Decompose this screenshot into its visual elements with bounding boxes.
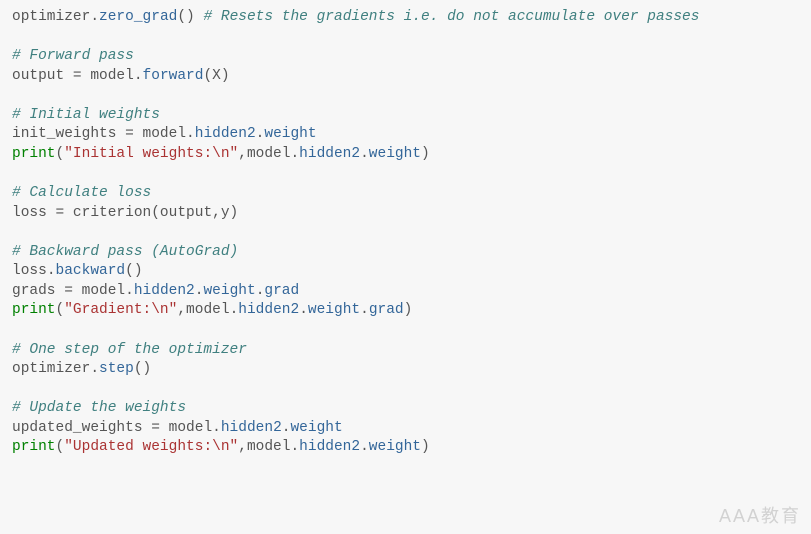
- attribute: weight: [369, 146, 421, 162]
- builtin-print: print: [12, 302, 56, 318]
- comment: # Update the weights: [12, 400, 186, 416]
- code-line: loss = criterion(output,y): [12, 205, 238, 221]
- paren: ): [421, 146, 430, 162]
- identifier: model: [186, 302, 230, 318]
- code-line: optimizer.zero_grad() # Resets the gradi…: [12, 9, 699, 25]
- method: backward: [56, 263, 126, 279]
- identifier: model: [247, 439, 291, 455]
- operator: =: [73, 68, 82, 84]
- dot: .: [90, 9, 99, 25]
- comment: # One step of the optimizer: [12, 342, 247, 358]
- dot: .: [360, 439, 369, 455]
- args: (X): [203, 68, 229, 84]
- code-line: output = model.forward(X): [12, 68, 230, 84]
- paren: (: [56, 302, 65, 318]
- code-line: # Update the weights: [12, 400, 186, 416]
- comment: # Backward pass (AutoGrad): [12, 244, 238, 260]
- dot: .: [186, 126, 195, 142]
- attribute: hidden2: [238, 302, 299, 318]
- identifier: optimizer: [12, 361, 90, 377]
- operator: =: [64, 283, 73, 299]
- builtin-print: print: [12, 439, 56, 455]
- dot: .: [290, 146, 299, 162]
- identifier: updated_weights: [12, 420, 151, 436]
- identifier: model: [160, 420, 212, 436]
- code-line: print("Gradient:\n",model.hidden2.weight…: [12, 302, 412, 318]
- code-line: # Forward pass: [12, 48, 134, 64]
- call: criterion(output,y): [64, 205, 238, 221]
- code-line: # Backward pass (AutoGrad): [12, 244, 238, 260]
- dot: .: [134, 68, 143, 84]
- code-line: # One step of the optimizer: [12, 342, 247, 358]
- code-line: updated_weights = model.hidden2.weight: [12, 420, 343, 436]
- watermark: AAA教育: [719, 504, 801, 528]
- code-line: optimizer.step(): [12, 361, 151, 377]
- dot: .: [290, 439, 299, 455]
- paren: (: [56, 146, 65, 162]
- dot: .: [230, 302, 239, 318]
- comma: ,: [238, 439, 247, 455]
- parens: (): [125, 263, 142, 279]
- comment: # Calculate loss: [12, 185, 151, 201]
- dot: .: [90, 361, 99, 377]
- string: "Updated weights:\n": [64, 439, 238, 455]
- operator: =: [56, 205, 65, 221]
- attribute: grad: [369, 302, 404, 318]
- identifier: model: [73, 283, 125, 299]
- code-line: print("Initial weights:\n",model.hidden2…: [12, 146, 430, 162]
- attribute: hidden2: [134, 283, 195, 299]
- code-line: init_weights = model.hidden2.weight: [12, 126, 317, 142]
- parens: (): [134, 361, 151, 377]
- attribute: hidden2: [195, 126, 256, 142]
- identifier: grads: [12, 283, 64, 299]
- operator: =: [151, 420, 160, 436]
- code-block: optimizer.zero_grad() # Resets the gradi…: [12, 8, 799, 458]
- method: zero_grad: [99, 9, 177, 25]
- string: "Initial weights:\n": [64, 146, 238, 162]
- paren: ): [404, 302, 413, 318]
- builtin-print: print: [12, 146, 56, 162]
- comma: ,: [177, 302, 186, 318]
- attribute: hidden2: [221, 420, 282, 436]
- identifier: model: [134, 126, 186, 142]
- attribute: weight: [264, 126, 316, 142]
- dot: .: [360, 302, 369, 318]
- paren: ): [421, 439, 430, 455]
- attribute: weight: [308, 302, 360, 318]
- code-line: loss.backward(): [12, 263, 143, 279]
- attribute: weight: [290, 420, 342, 436]
- identifier: output: [12, 68, 73, 84]
- operator: =: [125, 126, 134, 142]
- comment: # Resets the gradients i.e. do not accum…: [203, 9, 699, 25]
- string: "Gradient:\n": [64, 302, 177, 318]
- comment: # Forward pass: [12, 48, 134, 64]
- code-line: # Calculate loss: [12, 185, 151, 201]
- parens: (): [177, 9, 194, 25]
- attribute: hidden2: [299, 439, 360, 455]
- identifier: init_weights: [12, 126, 125, 142]
- method: step: [99, 361, 134, 377]
- attribute: grad: [264, 283, 299, 299]
- dot: .: [47, 263, 56, 279]
- attribute: weight: [369, 439, 421, 455]
- dot: .: [125, 283, 134, 299]
- code-line: print("Updated weights:\n",model.hidden2…: [12, 439, 430, 455]
- paren: (: [56, 439, 65, 455]
- identifier: model: [247, 146, 291, 162]
- dot: .: [360, 146, 369, 162]
- comment: # Initial weights: [12, 107, 160, 123]
- attribute: hidden2: [299, 146, 360, 162]
- dot: .: [299, 302, 308, 318]
- attribute: weight: [203, 283, 255, 299]
- identifier: model: [82, 68, 134, 84]
- code-line: # Initial weights: [12, 107, 160, 123]
- identifier: optimizer: [12, 9, 90, 25]
- dot: .: [212, 420, 221, 436]
- comma: ,: [238, 146, 247, 162]
- code-line: grads = model.hidden2.weight.grad: [12, 283, 299, 299]
- identifier: loss: [12, 205, 56, 221]
- method: forward: [143, 68, 204, 84]
- identifier: loss: [12, 263, 47, 279]
